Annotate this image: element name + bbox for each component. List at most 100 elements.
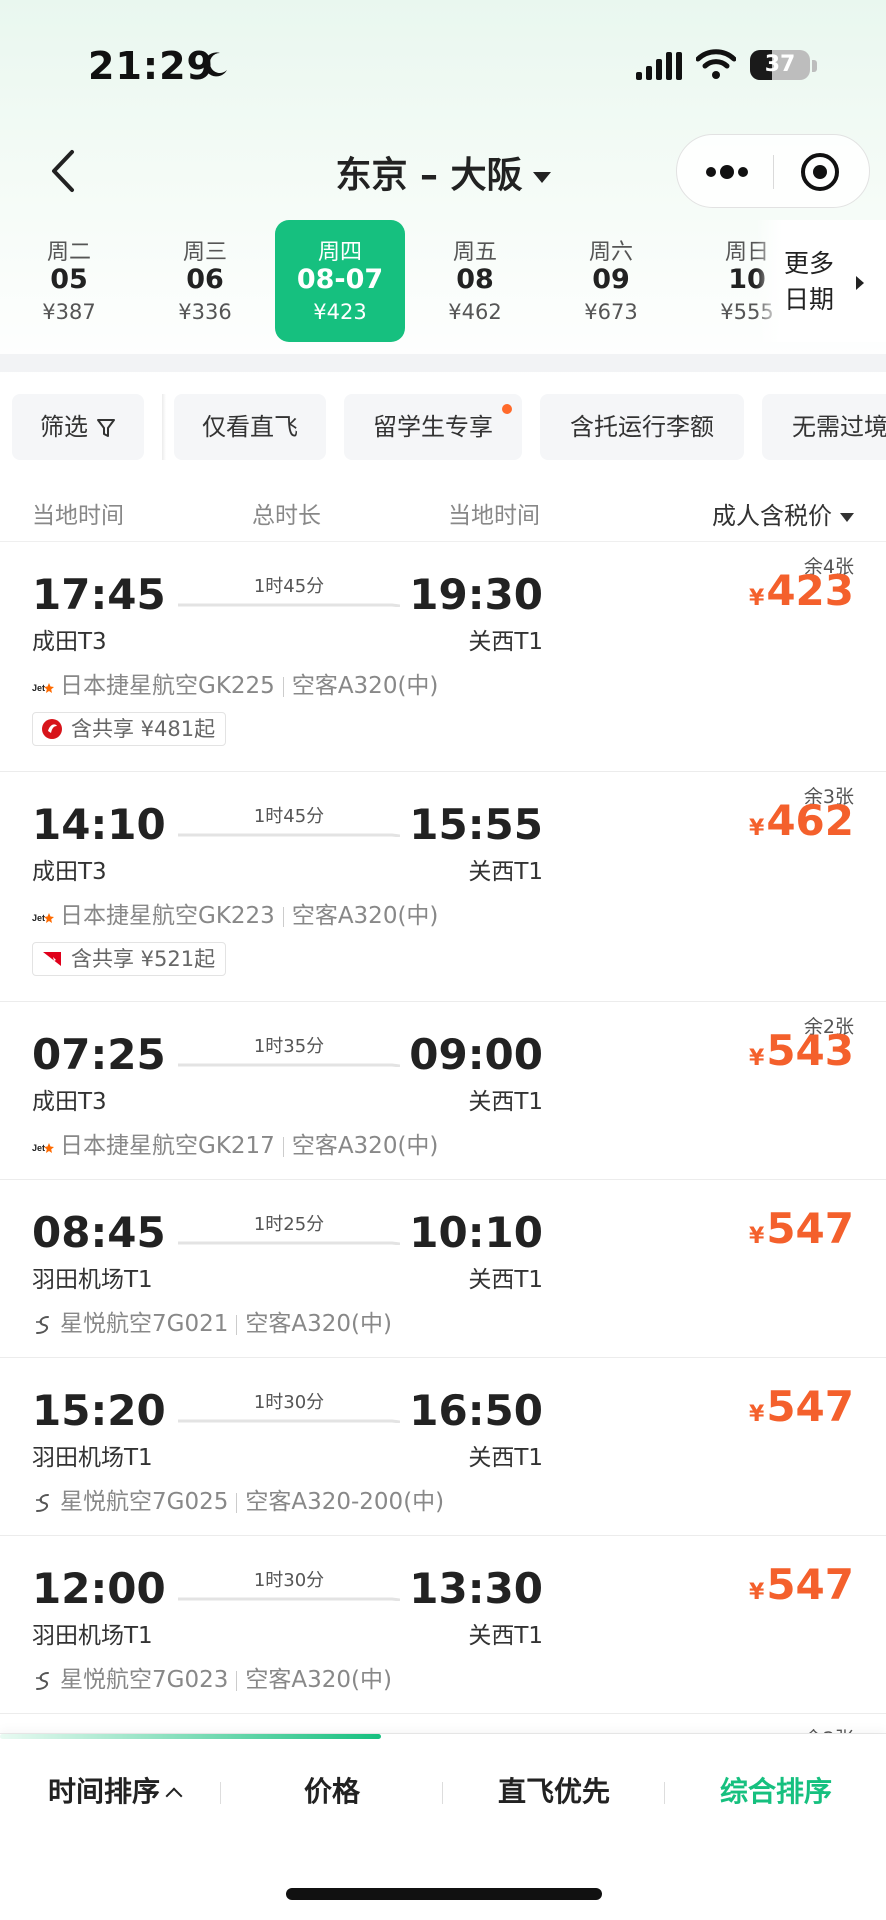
date-item[interactable]: 周三 06 ¥336 (140, 220, 270, 342)
chip-no-transit-visa[interactable]: 无需过境签 (762, 394, 886, 460)
flight-card[interactable]: 12:00 羽田机场T1 1时30分 13:30 关西T1 ¥547 星悦航空7G023 空客… (0, 1536, 886, 1714)
price-value: 547 (766, 1204, 854, 1253)
more-dates-label: 更多 日期 (784, 249, 835, 314)
more-dates-button[interactable]: 更多 日期 (756, 220, 886, 342)
flight-price: ¥423 (749, 566, 854, 615)
aircraft-type: 空客A320(中) (291, 1133, 439, 1159)
flight-price: ¥462 (749, 796, 854, 845)
flight-price: ¥547 (749, 1560, 854, 1609)
funnel-icon (97, 419, 115, 437)
date-item[interactable]: 周六 09 ¥673 (546, 220, 676, 342)
sort-overall[interactable]: 综合排序 (676, 1770, 876, 1810)
home-indicator (286, 1888, 602, 1900)
airline-separator (236, 1314, 238, 1335)
sort-by-time-label: 时间排序 (47, 1775, 160, 1808)
codeshare-tag[interactable]: 含共享 ¥521起 (32, 942, 227, 976)
flight-duration: 1时35分 (253, 1036, 325, 1057)
chip-student-label: 留学生专享 (373, 413, 493, 441)
jetstar-logo-icon: Jet (32, 912, 54, 923)
flight-card[interactable]: 15:20 羽田机场T1 1时30分 16:50 关西T1 ¥547 星悦航空7G025 空客… (0, 1358, 886, 1536)
qantas-logo-icon (43, 951, 61, 966)
date-day: 08 (456, 264, 494, 295)
chip-direct-only[interactable]: 仅看直飞 (174, 394, 326, 460)
seats-left: 余2张 (804, 1724, 854, 1733)
duration-arrow-icon (178, 833, 400, 837)
scroll-progress-bar (0, 1734, 381, 1739)
close-target-icon[interactable] (799, 151, 841, 193)
airline-separator (236, 1670, 238, 1691)
flight-duration: 1时45分 (253, 806, 325, 827)
col-duration: 总时长 (252, 503, 321, 529)
more-dots-icon[interactable] (705, 161, 749, 183)
duration-arrow-icon (178, 1241, 400, 1245)
date-item[interactable]: 周二 05 ¥387 (4, 220, 134, 342)
departure-time: 07:25 (32, 1030, 166, 1079)
caret-down-icon (532, 171, 551, 183)
sort-by-price[interactable]: 价格 (232, 1770, 432, 1810)
aircraft-type: 空客A320(中) (291, 673, 439, 699)
flight-card[interactable]: 08:45 羽田机场T1 1时25分 10:10 关西T1 ¥547 星悦航空7G021 空客… (0, 1180, 886, 1358)
col-dep-time: 当地时间 (32, 503, 124, 529)
departure-time: 14:10 (32, 800, 166, 849)
departure-time: 17:45 (32, 570, 166, 619)
airline-info: 星悦航空7G023 空客A320(中) (32, 1660, 392, 1693)
miniapp-capsule (676, 134, 870, 208)
starflyer-logo-icon (36, 1315, 49, 1334)
chevron-up-icon (165, 1787, 183, 1805)
chip-baggage[interactable]: 含托运行李额 (540, 394, 744, 460)
date-day: 09 (592, 264, 630, 295)
currency-symbol: ¥ (749, 1224, 765, 1249)
flight-price: ¥543 (749, 1026, 854, 1075)
filter-label: 筛选 (40, 413, 88, 441)
departure-time: 15:20 (32, 1386, 166, 1435)
list-column-header: 当地时间 总时长 当地时间 成人含税价 (0, 486, 886, 542)
filter-button[interactable]: 筛选 (12, 394, 144, 460)
date-selector: 周二 05 ¥387 周三 06 ¥336 周四 08-07 ¥423 周五 0… (0, 220, 886, 342)
status-bar: 21:29 37 (0, 0, 886, 130)
flight-card[interactable]: 余2张 07:25 成田T3 1时35分 09:00 关西T1 ¥543 Jet 日本捷星航空G… (0, 1002, 886, 1180)
price-value: 423 (766, 566, 854, 615)
scroll-progress-track (0, 1734, 886, 1739)
flight-card[interactable]: 余4张 17:45 成田T3 1时45分 19:30 关西T1 ¥423 Jet 日本捷星航空G… (0, 542, 886, 772)
codeshare-label: 含共享 ¥481起 (71, 717, 216, 741)
departure-time: 08:45 (32, 1208, 166, 1257)
departure-airport: 成田T3 (32, 859, 107, 885)
currency-symbol: ¥ (749, 1046, 765, 1071)
airline-flight-number: 星悦航空7G023 (60, 1667, 229, 1693)
svg-text:Jet: Jet (32, 683, 45, 693)
moon-icon (204, 52, 227, 77)
codeshare-label: 含共享 ¥521起 (71, 947, 216, 971)
price-value: 462 (766, 796, 854, 845)
arrival-airport: 关西T1 (468, 859, 543, 885)
wifi-icon (696, 49, 736, 79)
price-sort-toggle[interactable]: 成人含税价 (712, 496, 854, 531)
price-value: 547 (766, 1382, 854, 1431)
airline-flight-number: 日本捷星航空GK223 (60, 903, 275, 929)
flight-duration: 1时25分 (253, 1214, 325, 1235)
aircraft-type: 空客A320-200(中) (245, 1489, 445, 1515)
filter-bar: 筛选 仅看直飞 留学生专享 含托运行李额 无需过境签 (0, 394, 886, 460)
date-item[interactable]: 周五 08 ¥462 (410, 220, 540, 342)
date-item-selected[interactable]: 周四 08-07 ¥423 (275, 220, 405, 342)
battery-icon: 37 (750, 50, 810, 80)
duration-arrow-icon (178, 1597, 400, 1601)
date-day: 05 (50, 264, 88, 295)
flight-duration: 1时30分 (253, 1392, 325, 1413)
arrival-airport: 关西T1 (468, 1623, 543, 1649)
flight-card[interactable]: 余3张 14:10 成田T3 1时45分 15:55 关西T1 ¥462 Jet 日本捷星航空G… (0, 772, 886, 1002)
codeshare-tag[interactable]: 含共享 ¥481起 (32, 712, 227, 746)
capsule-divider (773, 155, 774, 189)
arrival-time: 16:50 (409, 1386, 543, 1435)
sort-by-time[interactable]: 时间排序 (14, 1770, 214, 1810)
arrival-airport: 关西T1 (468, 1445, 543, 1471)
flight-card[interactable]: 余2张 (0, 1714, 886, 1734)
sort-direct-first[interactable]: 直飞优先 (454, 1770, 654, 1810)
svg-text:Jet: Jet (32, 913, 45, 923)
date-price: ¥336 (178, 300, 232, 324)
svg-text:Jet: Jet (32, 1143, 45, 1153)
aircraft-type: 空客A320(中) (245, 1667, 392, 1693)
chip-student[interactable]: 留学生专享 (344, 394, 522, 460)
airline-info: 星悦航空7G025 空客A320-200(中) (32, 1482, 445, 1515)
departure-airport: 羽田机场T1 (32, 1267, 153, 1293)
jetstar-logo-icon: Jet (32, 682, 54, 693)
